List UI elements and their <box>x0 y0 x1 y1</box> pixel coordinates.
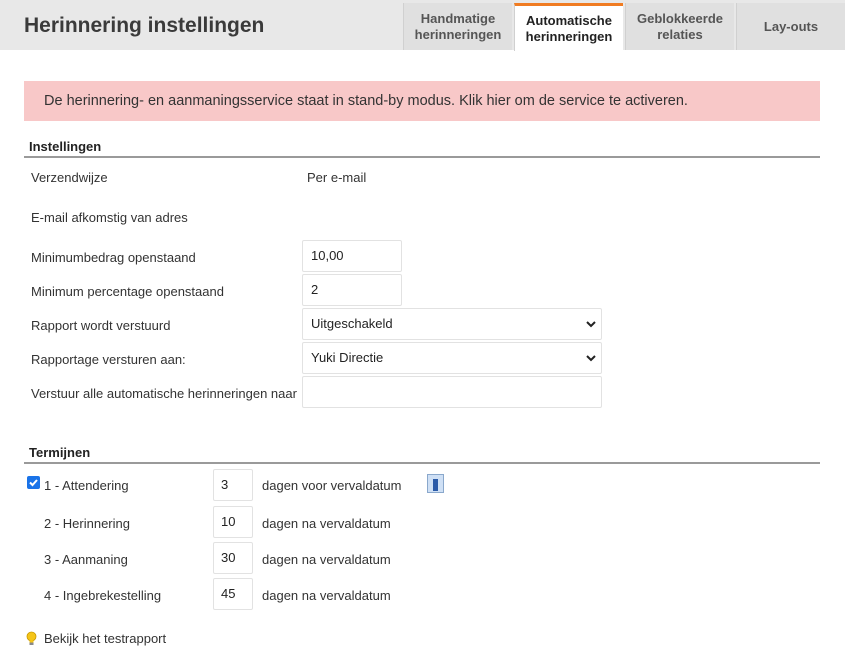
min-amount-input[interactable]: 10,00 <box>302 240 402 272</box>
term-days-input-attendering[interactable]: 3 <box>213 469 253 501</box>
send-all-to-label: Verstuur alle automatische herinneringen… <box>31 386 297 401</box>
tab-label: Automatische herinneringen <box>525 12 613 44</box>
chevron-down-icon <box>586 355 596 362</box>
verzendwijze-value: Per e-mail <box>307 170 367 185</box>
tab-handmatige-herinneringen[interactable]: Handmatige herinneringen <box>403 3 512 50</box>
tab-lay-outs[interactable]: Lay-outs <box>736 3 845 50</box>
verzendwijze-label: Verzendwijze <box>31 170 108 185</box>
page-title: Herinnering instellingen <box>24 14 265 37</box>
term-label-attendering: 1 - Attendering <box>44 478 129 493</box>
report-sent-label: Rapport wordt verstuurd <box>31 318 171 333</box>
term-description: dagen na vervaldatum <box>262 588 391 603</box>
email-from-label: E-mail afkomstig van adres <box>31 210 188 225</box>
tab-label: Handmatige herinneringen <box>414 10 502 42</box>
report-sent-select[interactable]: Uitgeschakeld <box>302 308 602 340</box>
term-label-herinnering: 2 - Herinnering <box>44 516 130 531</box>
term-days-input-herinnering[interactable]: 10 <box>213 506 253 538</box>
info-icon[interactable] <box>427 474 444 493</box>
term-days-input-aanmaning[interactable]: 30 <box>213 542 253 574</box>
min-amount-label: Minimumbedrag openstaand <box>31 250 196 265</box>
term-label-ingebrekestelling: 4 - Ingebrekestelling <box>44 588 162 603</box>
lightbulb-icon <box>26 631 37 645</box>
tab-label: Geblokkeerde relaties <box>637 10 723 42</box>
section-title-termijnen: Termijnen <box>24 445 820 464</box>
tab-automatische-herinneringen[interactable]: Automatische herinneringen <box>514 3 623 51</box>
term-description: dagen na vervaldatum <box>262 552 391 567</box>
standby-alert-banner[interactable]: De herinnering- en aanmaningsservice sta… <box>24 81 820 121</box>
tab-label: Lay-outs <box>763 18 819 34</box>
send-all-to-input[interactable] <box>302 376 602 408</box>
test-report-link[interactable]: Bekijk het testrapport <box>44 631 166 646</box>
report-to-select[interactable]: Yuki Directie <box>302 342 602 374</box>
report-to-value: Yuki Directie <box>311 350 384 365</box>
term-description: dagen voor vervaldatum <box>262 478 402 493</box>
attendering-checkbox[interactable] <box>27 476 40 489</box>
min-percentage-input[interactable]: 2 <box>302 274 402 306</box>
report-sent-value: Uitgeschakeld <box>311 316 393 331</box>
report-to-label: Rapportage versturen aan: <box>31 352 186 367</box>
tab-geblokkeerde-relaties[interactable]: Geblokkeerde relaties <box>625 3 734 50</box>
page-header: Herinnering instellingen Handmatige heri… <box>0 0 845 51</box>
term-days-input-ingebrekestelling[interactable]: 45 <box>213 578 253 610</box>
chevron-down-icon <box>586 321 596 328</box>
min-percentage-label: Minimum percentage openstaand <box>31 284 224 299</box>
section-title-instellingen: Instellingen <box>24 139 820 158</box>
term-description: dagen na vervaldatum <box>262 516 391 531</box>
term-label-aanmaning: 3 - Aanmaning <box>44 552 128 567</box>
checkmark-icon <box>29 479 38 487</box>
